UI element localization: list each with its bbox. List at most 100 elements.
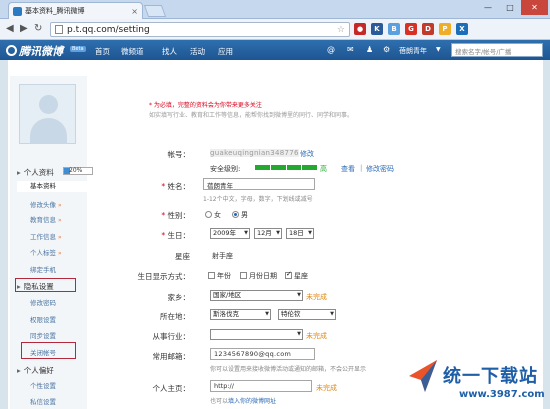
- location-country-select[interactable]: 斯洛伐克 ▼: [210, 309, 271, 320]
- view-security-link[interactable]: 查看: [341, 164, 355, 174]
- checkbox-zodiac[interactable]: [285, 270, 292, 279]
- extension-p-icon[interactable]: P: [439, 23, 451, 35]
- homepage-hint-link[interactable]: 填入你的微博网址: [228, 398, 276, 405]
- stop-icon[interactable]: ●: [354, 23, 366, 35]
- url-text: p.t.qq.com/setting: [67, 24, 150, 35]
- checkbox-monthday[interactable]: [240, 272, 247, 279]
- sidebar-item-sync[interactable]: 同步设置: [30, 330, 56, 340]
- search-input[interactable]: 搜索名字/帐号/广播: [451, 43, 543, 57]
- sidebar-section-privacy[interactable]: ▸ 隐私设置: [17, 281, 54, 292]
- user-icon[interactable]: ♟: [366, 45, 373, 54]
- extension-b-icon[interactable]: B: [388, 23, 400, 35]
- radio-female[interactable]: [205, 211, 212, 218]
- industry-label: 从事行业：: [152, 332, 191, 341]
- sidebar-item-label: 个人标签: [30, 249, 56, 257]
- form-note-line2: 如实填写行业、教育和工作等信息，能帮你找到微博里的同行、同学和同事。: [149, 112, 354, 119]
- account-value: guakeuqingnian348776: [210, 149, 299, 157]
- bookmark-star-icon[interactable]: ☆: [337, 25, 345, 35]
- extension-g-icon[interactable]: G: [405, 23, 417, 35]
- sidebar-item-permissions[interactable]: 权限设置: [30, 314, 56, 324]
- nav-apps[interactable]: 应用: [218, 46, 233, 57]
- user-name[interactable]: 蓓朗青年: [399, 46, 427, 56]
- birth-year-select[interactable]: 2009年 ▼: [210, 228, 250, 239]
- homepage-hint: 也可以填入你的微博网址: [210, 396, 276, 405]
- avatar-placeholder-head: [39, 95, 58, 114]
- maximize-button[interactable]: □: [499, 0, 521, 15]
- extension-d-icon[interactable]: D: [422, 23, 434, 35]
- browser-tab[interactable]: 基本资料_腾讯微博 ×: [8, 2, 143, 19]
- gender-female-option[interactable]: 女: [205, 210, 221, 220]
- close-window-button[interactable]: ✕: [521, 0, 548, 15]
- sidebar-item-label: 同步设置: [30, 332, 56, 340]
- display-zodiac-option[interactable]: 星座: [285, 270, 308, 281]
- gender-female-label: 女: [214, 211, 221, 219]
- homepage-input[interactable]: http://: [210, 380, 312, 392]
- display-monthday-option[interactable]: 月份日期: [240, 271, 277, 281]
- avatar[interactable]: [19, 84, 76, 144]
- at-icon[interactable]: @: [327, 45, 335, 54]
- sidebar-item-message-settings[interactable]: 私信设置: [30, 396, 56, 406]
- browser-window: 基本资料_腾讯微博 × — □ ✕ ◀ ▶ ↻ p.t.qq.com/setti…: [0, 0, 550, 409]
- tab-close-icon[interactable]: ×: [131, 7, 138, 16]
- sidebar-item-label: 关闭帐号: [30, 349, 56, 357]
- avatar-placeholder-body: [30, 118, 67, 144]
- sidebar-item-label: 私信设置: [30, 398, 56, 406]
- hometown-incomplete: 未完成: [306, 293, 327, 301]
- minimize-button[interactable]: —: [477, 0, 499, 15]
- site-logo[interactable]: 腾讯微博: [6, 43, 63, 59]
- back-arrow-icon[interactable]: ◀: [6, 23, 14, 34]
- security-level-label: 安全级别:: [210, 165, 241, 173]
- birth-day-select[interactable]: 18日 ▼: [286, 228, 314, 239]
- security-level-value: 高: [320, 165, 327, 173]
- sidebar-item-work[interactable]: 工作信息»: [30, 231, 62, 241]
- mail-icon[interactable]: ✉: [347, 45, 354, 54]
- address-bar[interactable]: p.t.qq.com/setting ☆: [50, 22, 350, 37]
- sidebar-item-avatar[interactable]: 修改头像»: [30, 199, 62, 209]
- location-region-value: 特伦钦: [281, 310, 301, 318]
- sidebar-item-change-password[interactable]: 修改密码: [30, 297, 56, 307]
- birth-month-select[interactable]: 12月 ▼: [254, 228, 282, 239]
- display-year-option[interactable]: 年份: [208, 271, 231, 281]
- industry-select[interactable]: ▼: [210, 329, 303, 340]
- edit-account-link[interactable]: 修改: [300, 149, 314, 159]
- sidebar-item-education[interactable]: 教育信息»: [30, 214, 62, 224]
- location-region-select[interactable]: 特伦钦 ▼: [278, 309, 336, 320]
- chevron-down-icon: ▼: [244, 230, 248, 236]
- sidebar-section-profile[interactable]: ▸ 个人资料: [17, 167, 54, 178]
- site-header: 腾讯微博 Beta 首页 微频道 找人 活动 应用 @ ✉ ♟ ⚙ 蓓朗青年 ▼…: [0, 40, 550, 60]
- gender-male-option[interactable]: 男: [232, 210, 248, 220]
- sidebar-item-label: 修改头像: [30, 201, 56, 209]
- sidebar-item-close-account[interactable]: 关闭帐号: [30, 347, 56, 357]
- forward-arrow-icon[interactable]: ▶: [20, 23, 28, 34]
- extension-x-icon[interactable]: X: [456, 23, 468, 35]
- gender-label-text: 性别：: [167, 211, 191, 220]
- name-input[interactable]: 蓓朗青年: [203, 178, 315, 190]
- extension-k-icon[interactable]: K: [371, 23, 383, 35]
- user-dropdown-icon[interactable]: ▼: [436, 46, 441, 53]
- checkbox-year[interactable]: [208, 272, 215, 279]
- sidebar-item-personalize[interactable]: 个性设置: [30, 380, 56, 390]
- sidebar-item-basic-info[interactable]: 基本资料: [17, 181, 87, 192]
- link-separator: |: [360, 164, 363, 172]
- sidebar-item-bind-phone[interactable]: 绑定手机: [30, 264, 56, 274]
- nav-find-people[interactable]: 找人: [162, 46, 177, 57]
- nav-events[interactable]: 活动: [190, 46, 205, 57]
- nav-home[interactable]: 首页: [95, 46, 110, 57]
- radio-male[interactable]: [232, 211, 239, 218]
- birth-year-value: 2009年: [213, 229, 237, 237]
- change-password-link[interactable]: 修改密码: [366, 164, 394, 174]
- sidebar-section-preferences[interactable]: ▸ 个人偏好: [17, 365, 54, 376]
- sidebar-item-label: 绑定手机: [30, 266, 56, 274]
- email-input[interactable]: 1234567890@qq.com: [210, 348, 315, 360]
- reload-icon[interactable]: ↻: [34, 23, 42, 34]
- location-label: 所在地：: [160, 312, 190, 321]
- hometown-select[interactable]: 国家/地区 ▼: [210, 290, 303, 301]
- sidebar-item-tags[interactable]: 个人标签»: [30, 247, 62, 257]
- settings-icon[interactable]: ⚙: [383, 45, 390, 54]
- toolbar: ◀ ▶ ↻ p.t.qq.com/setting ☆ ● K B G D P X: [0, 19, 550, 40]
- account-label: 帐号：: [167, 150, 191, 159]
- new-tab-button[interactable]: [143, 5, 167, 17]
- nav-channel[interactable]: 微频道: [121, 46, 144, 57]
- industry-incomplete: 未完成: [306, 332, 327, 340]
- chevron-down-icon: ▼: [265, 311, 269, 317]
